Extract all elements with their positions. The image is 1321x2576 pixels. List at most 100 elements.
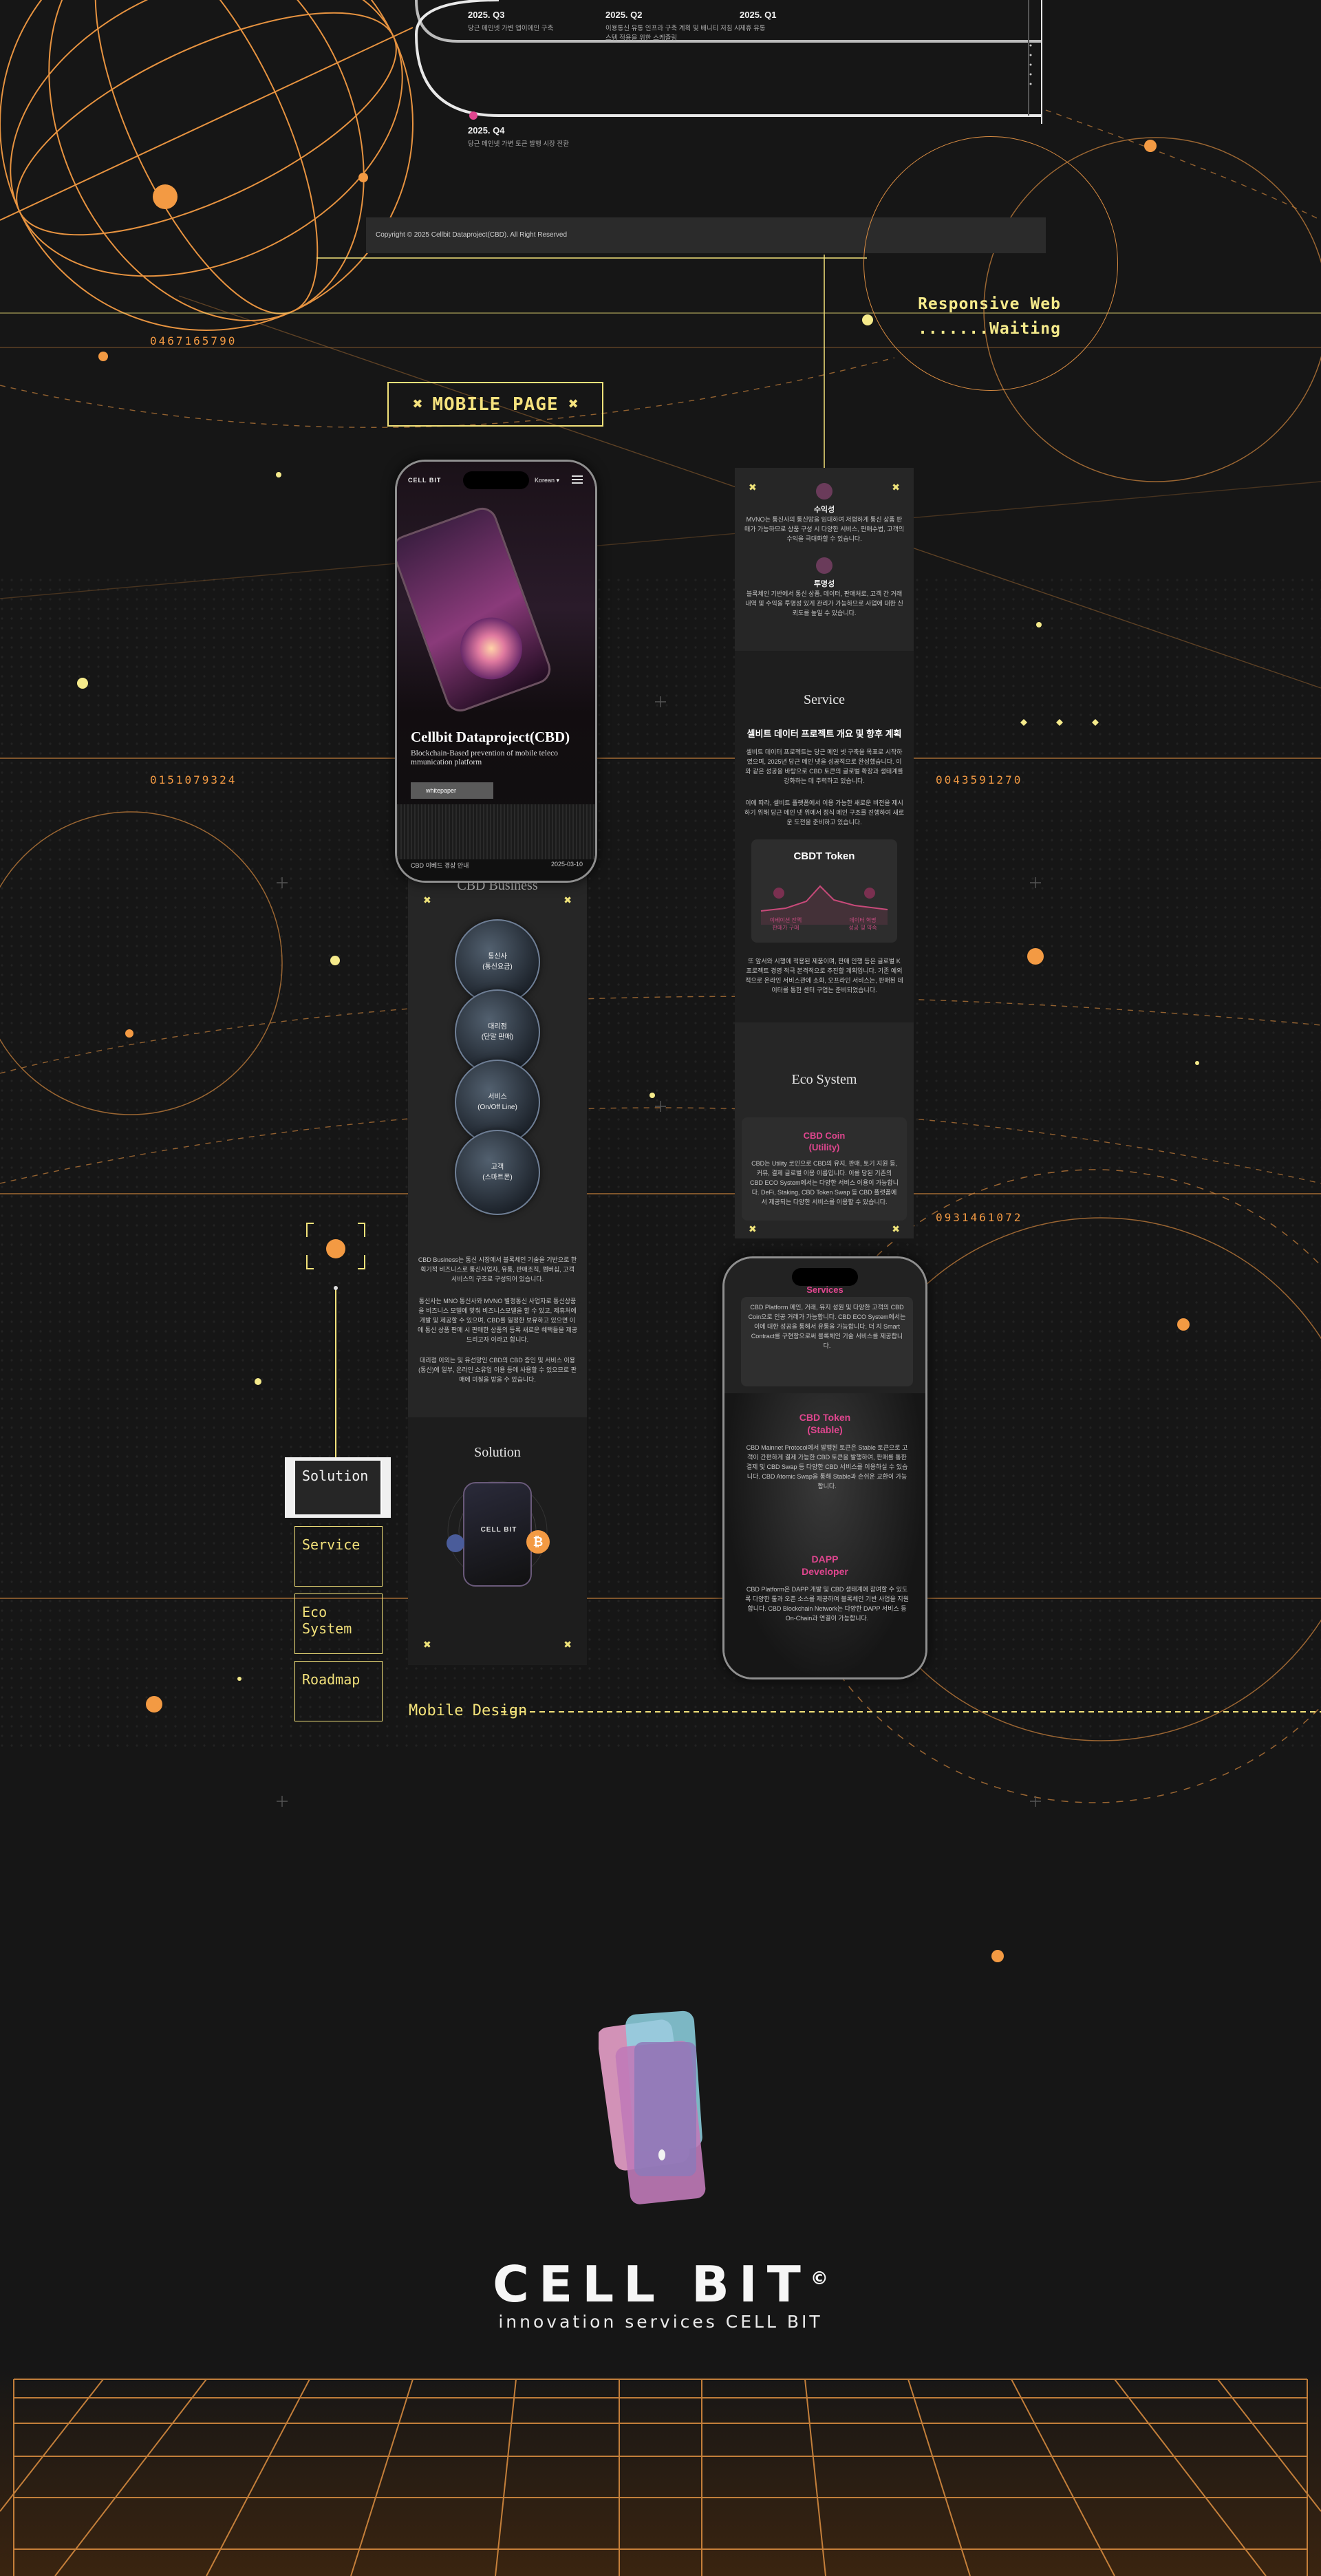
swap-card: CBD Platform 메인, 거래, 유지 성원 및 다양한 고객의 CBD… <box>741 1297 913 1386</box>
roadmap-quarter: 2025. Q1 <box>740 10 777 20</box>
nav-eco-label: Eco System <box>302 1604 352 1637</box>
service-section: Service 셀비트 데이터 프로젝트 개요 및 향후 계획 셀비트 데이터 … <box>735 651 914 1022</box>
cross-icon: ✖ <box>749 1223 757 1234</box>
service-title: Service <box>804 692 845 707</box>
solution-phone: CELL BIT <box>463 1482 532 1587</box>
nav-solution-label: Solution <box>302 1468 369 1484</box>
business-paragraph: 통신사는 MNO 통신사와 MVNO 별정통신 사업자로 통신상품을 비즈니스 … <box>418 1298 578 1343</box>
cross-icon: ✖ <box>423 1639 431 1650</box>
token-left-label: 이베이션 잔액 판매가 구매 <box>769 917 802 931</box>
transparency-icon <box>816 557 833 574</box>
service-paragraph: 셀비트 데이터 프로젝트는 당근 메인 넷 구축을 목표로 시작하였으며, 20… <box>745 749 903 784</box>
phone-notch <box>792 1268 858 1286</box>
cellbit-logo-icon <box>599 2010 706 2204</box>
mobile-strip-left: CBD Business ✖ ✖ 통신사 (통신요금) 대리점 (단말 판매) … <box>408 826 587 1665</box>
cross-icon: ✖ <box>423 894 431 905</box>
cross-icon: ✖ <box>412 397 423 411</box>
coin-title: CBD Coin (Utility) <box>803 1130 846 1152</box>
nav-service[interactable]: Service <box>294 1526 383 1587</box>
eco-texture <box>724 1393 925 1677</box>
nav-service-label: Service <box>302 1536 361 1553</box>
eco-coin-card: CBD Coin (Utility) CBD는 Utility 코인으로 CBD… <box>742 1117 907 1221</box>
responsive-label: Responsive Web .......Waiting <box>886 292 1093 341</box>
bubble-customer: 고객 (스마트폰) <box>455 1130 540 1215</box>
hero-title: Cellbit Dataproject(CBD) <box>411 729 570 745</box>
cross-icon: ✖ <box>568 397 579 411</box>
cross-icon: ✖ <box>749 482 757 493</box>
coin-icon <box>447 1534 464 1552</box>
stable-title: CBD Token (Stable) <box>799 1412 851 1435</box>
bitcoin-icon: ₿ <box>526 1530 550 1554</box>
dapp-text: CBD Platform은 DAPP 개발 및 CBD 생태계에 참여할 수 있… <box>745 1586 909 1622</box>
cbdt-token-card: CBDT Token 이베이션 잔액 판매가 구매 데이터 혁명 성공 및 약속 <box>751 839 897 943</box>
hero-date: 2025-03-10 <box>551 861 583 868</box>
hero-subtitle: Blockchain-Based prevention of mobile te… <box>411 749 558 766</box>
lang-selector[interactable]: Korean ▾ <box>535 477 559 484</box>
roadmap-panel: 2025. Q3 당근 메인넷 가변 앱이에인 구축 2025. Q2 이용통신… <box>313 0 1042 158</box>
solution-title: Solution <box>474 1445 521 1460</box>
hero-notice[interactable]: CBD 이베드 경상 안내 <box>411 861 469 870</box>
solution-brand: CELL BIT <box>480 1526 517 1534</box>
deco-number: 0151079324 <box>150 773 237 786</box>
phone-hero: CELL BIT Korean ▾ Cellbit Dataproject(CB… <box>395 460 597 883</box>
nav-eco-system[interactable]: Eco System <box>294 1593 383 1654</box>
mobile-design-label: Mobile Design <box>409 1702 528 1719</box>
about-item-title: 수익성 <box>813 506 835 514</box>
service-paragraph: 또 앞서와 시행에 적용된 제품이며, 판매 인행 등은 글로벌 K 프로젝트 … <box>745 958 903 994</box>
responsive-line1: Responsive Web <box>918 295 1061 313</box>
roadmap-text: 당근 메인넷 가변 토큰 발행 시장 전환 <box>468 140 569 148</box>
cross-icon: ✖ <box>563 1639 572 1650</box>
cellbit-tagline: innovation services CELL BIT <box>498 2312 823 2332</box>
coin-text: CBD는 Utility 코인으로 CBD의 유지, 판매, 토기 지원 등, … <box>750 1160 899 1205</box>
roadmap-quarter: 2025. Q2 <box>605 10 643 20</box>
roadmap-quarter: 2025. Q4 <box>468 125 505 136</box>
swap-text: CBD Platform 메인, 거래, 유지 성원 및 다양한 고객의 CBD… <box>748 1304 906 1349</box>
hero-texture <box>397 804 595 859</box>
service-heading: 셀비트 데이터 프로젝트 개요 및 향후 계획 <box>747 729 902 739</box>
nav-roadmap-label: Roadmap <box>302 1671 361 1688</box>
service-paragraph: 이에 따라, 셀비트 플랫폼에서 이용 가능한 새로운 비전을 제시하기 위해 … <box>744 799 905 826</box>
copyright-text: Copyright © 2025 Cellbit Dataproject(CBD… <box>376 231 568 239</box>
responsive-line2: .......Waiting <box>918 320 1061 338</box>
eco-title: Eco System <box>791 1072 857 1087</box>
responsive-circle <box>863 136 1118 391</box>
token-right-label: 데이터 혁명 성공 및 약속 <box>848 917 877 931</box>
hero-logo: CELL BIT <box>408 477 442 484</box>
nav-solution[interactable]: Solution <box>285 1457 391 1518</box>
hero-glow <box>451 608 531 689</box>
business-paragraph: CBD Business는 통신 시장에서 블록체인 기술을 기반으로 한 획기… <box>418 1256 577 1282</box>
roadmap-quarter: 2025. Q3 <box>468 10 505 20</box>
phone-notch <box>463 471 529 489</box>
deco-number: 0467165790 <box>150 334 237 347</box>
menu-icon[interactable] <box>572 475 583 484</box>
about-item-text: MVNO는 통신사의 통신망을 임대하여 저렴하게 통신 상품 판매가 가능하므… <box>744 516 905 542</box>
mobile-page-label: MOBILE PAGE <box>432 394 559 415</box>
cross-icon: ✖ <box>563 894 572 905</box>
nav-roadmap[interactable]: Roadmap <box>294 1661 383 1721</box>
about-item-title: 투명성 <box>813 580 835 588</box>
swap-title: Services <box>806 1285 844 1295</box>
roadmap-text: 이용통신 유통 인프라 구축 계획 및 배니티 저침 시스템 적용을 위한 스케… <box>605 25 740 42</box>
whitepaper-button[interactable]: whitepaper <box>411 782 493 799</box>
business-paragraph: 대리점 이외는 및 유선망인 CBD의 CBD 증인 및 서비스 이용 (통신)… <box>418 1357 577 1383</box>
roadmap-entry-q4: 2025. Q4 당근 메인넷 가변 토큰 발행 시장 전환 <box>468 125 647 149</box>
solution-section: Solution CELL BIT ₿ ✖ ✖ <box>408 1417 587 1665</box>
stable-text: CBD Mainnet Protocol에서 발행된 토큰은 Stable 토큰… <box>746 1444 908 1490</box>
cellbit-logo-text: CELL BIT© <box>493 2255 828 2313</box>
dapp-title: DAPP Developer <box>802 1554 848 1577</box>
profit-icon <box>816 483 833 500</box>
cross-icon: ✖ <box>892 482 900 493</box>
phone-eco: Services CBD Platform 메인, 거래, 유지 성원 및 다양… <box>722 1256 927 1679</box>
about-item-text: 블록체인 기반에서 통신 상품, 데이터, 판매처로, 고객 간 거래내역 및 … <box>745 590 903 616</box>
mobile-strip-right: ✖ ✖ 수익성 MVNO는 통신사의 통신망을 임대하여 저렴하게 통신 상품 … <box>735 468 914 1238</box>
roadmap-entry-q1: 2025. Q1 제휴 유통 <box>740 10 877 34</box>
roadmap-entry-q2: 2025. Q2 이용통신 유통 인프라 구축 계획 및 배니티 저침 시스템 … <box>605 10 743 43</box>
mobile-page-badge: ✖ MOBILE PAGE ✖ <box>387 382 603 427</box>
deco-number: 0931461072 <box>936 1211 1023 1224</box>
roadmap-text: 당근 메인넷 가변 앱이에인 구축 <box>468 25 554 32</box>
cross-icon: ✖ <box>892 1223 900 1234</box>
deco-number: 0043591270 <box>936 773 1023 786</box>
roadmap-entry-q3: 2025. Q3 당근 메인넷 가변 앱이에인 구축 <box>468 10 605 34</box>
token-title: CBDT Token <box>793 850 855 862</box>
roadmap-text: 제휴 유통 <box>740 25 766 32</box>
